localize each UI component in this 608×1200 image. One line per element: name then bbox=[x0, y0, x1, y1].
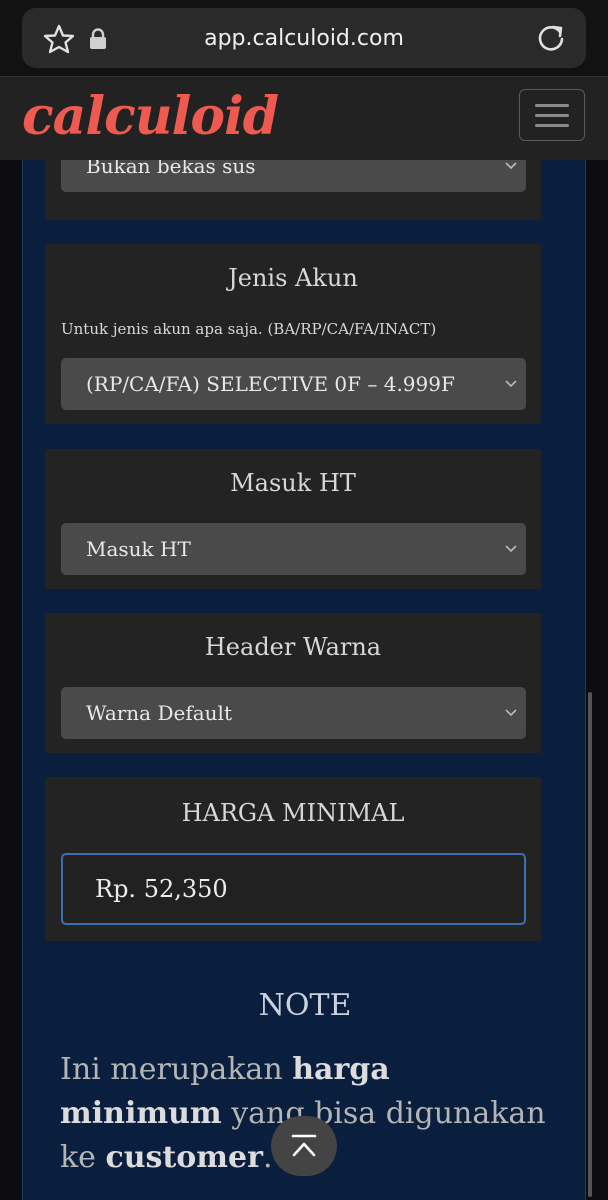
site-logo[interactable]: calculoid bbox=[22, 79, 279, 159]
url-text: app.calculoid.com bbox=[204, 26, 404, 51]
browser-toolbar: app.calculoid.com bbox=[0, 0, 608, 76]
chevron-down-icon bbox=[505, 545, 517, 553]
header-warna-title: Header Warna bbox=[204, 633, 382, 661]
scroll-to-top-button[interactable] bbox=[271, 1116, 337, 1176]
price-input[interactable]: Rp. 52,350 bbox=[61, 853, 526, 925]
card-header-warna: Header Warna Warna Default bbox=[45, 613, 541, 753]
masuk-ht-title: Masuk HT bbox=[230, 469, 356, 497]
arrow-up-icon bbox=[291, 1134, 317, 1157]
price-value: Rp. 52,350 bbox=[95, 875, 228, 903]
masuk-ht-select-value: Masuk HT bbox=[86, 537, 191, 561]
card-masuk-ht: Masuk HT Masuk HT bbox=[45, 449, 541, 589]
jenis-akun-description: Untuk jenis akun apa saja. (BA/RP/CA/FA/… bbox=[61, 320, 437, 338]
note-bold-customer: customer bbox=[105, 1140, 263, 1175]
scrollbar-thumb[interactable] bbox=[588, 692, 592, 1197]
reload-icon[interactable] bbox=[536, 23, 566, 53]
site-header: calculoid bbox=[0, 76, 608, 160]
header-warna-select-value: Warna Default bbox=[86, 701, 232, 725]
address-bar[interactable]: app.calculoid.com bbox=[22, 8, 586, 68]
card-jenis-akun: Jenis Akun Untuk jenis akun apa saja. (B… bbox=[45, 244, 541, 424]
note-title: NOTE bbox=[258, 988, 352, 1023]
header-warna-select[interactable]: Warna Default bbox=[61, 687, 526, 739]
menu-button[interactable] bbox=[519, 89, 585, 141]
status-select-value: Bukan bekas sus bbox=[86, 160, 256, 178]
harga-minimal-title: HARGA MINIMAL bbox=[181, 799, 405, 827]
chevron-down-icon bbox=[505, 380, 517, 388]
card-harga-minimal: HARGA MINIMAL Rp. 52,350 bbox=[45, 777, 541, 941]
form-panel: Bukan bekas sus Jenis Akun Untuk jenis a… bbox=[22, 160, 586, 1200]
jenis-akun-select[interactable]: (RP/CA/FA) SELECTIVE 0F – 4.999F bbox=[61, 358, 526, 410]
page-content: Bukan bekas sus Jenis Akun Untuk jenis a… bbox=[0, 160, 608, 1200]
status-select[interactable]: Bukan bekas sus bbox=[61, 160, 526, 192]
jenis-akun-select-value: (RP/CA/FA) SELECTIVE 0F – 4.999F bbox=[86, 372, 455, 396]
hamburger-icon bbox=[535, 104, 569, 107]
chevron-down-icon bbox=[505, 162, 517, 170]
card-status: Bukan bekas sus bbox=[45, 160, 541, 220]
chevron-down-icon bbox=[505, 709, 517, 717]
jenis-akun-title: Jenis Akun bbox=[228, 264, 358, 292]
masuk-ht-select[interactable]: Masuk HT bbox=[61, 523, 526, 575]
